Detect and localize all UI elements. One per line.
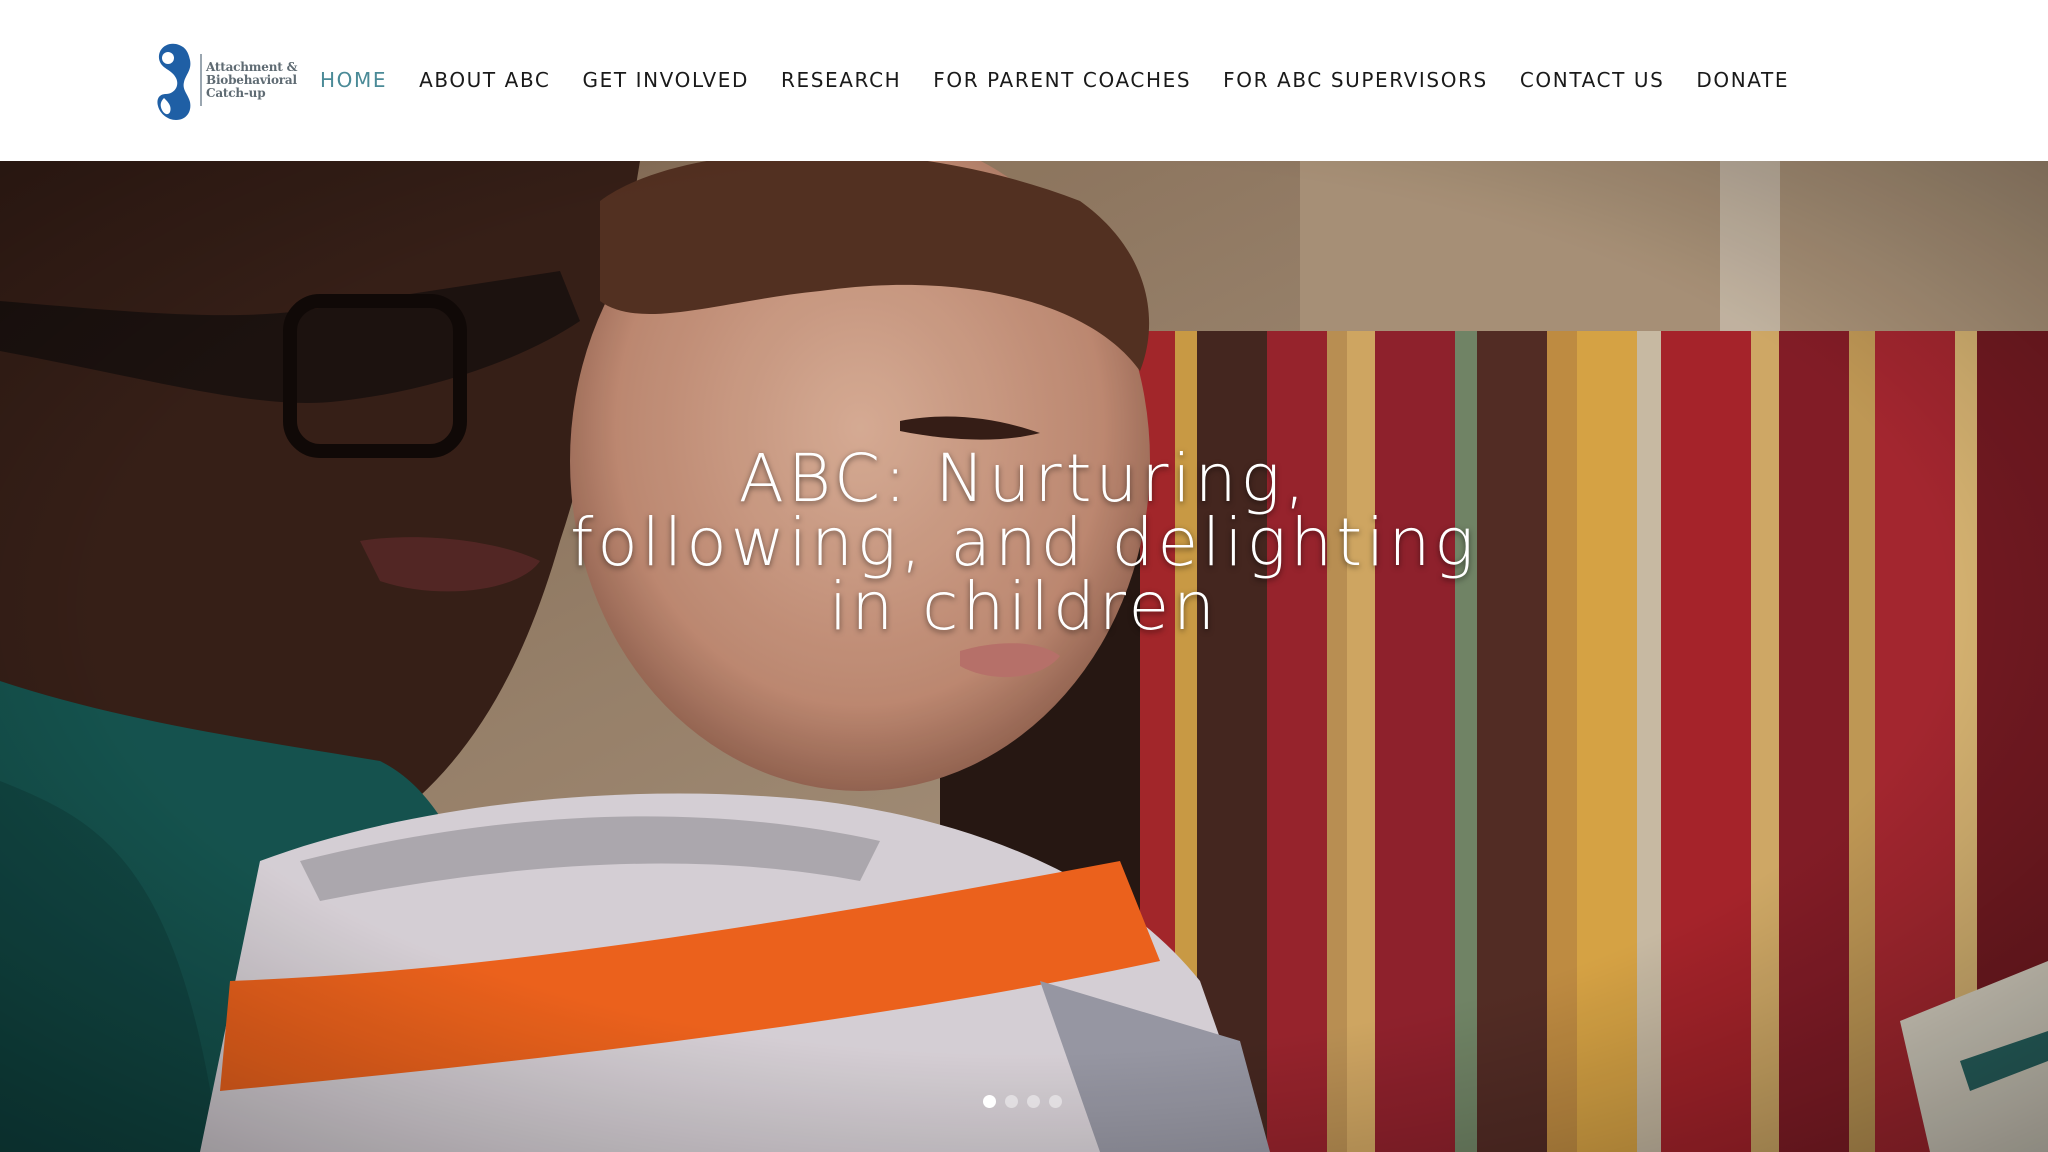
site-header: Attachment & Biobehavioral Catch-up HOME… [0,0,2048,161]
hero-title-line2: following, and delighting [570,504,1478,582]
logo-text-line2: Biobehavioral [206,72,297,87]
logo-text-line1: Attachment & [206,59,298,74]
logo-divider [200,54,202,106]
nav-item-home[interactable]: HOME [320,68,387,92]
slider-dot-2[interactable] [1005,1095,1018,1108]
hero-title-line3: in children [829,568,1219,646]
nav-item-contact-us[interactable]: CONTACT US [1520,68,1665,92]
nav-item-about-abc[interactable]: ABOUT ABC [419,68,550,92]
hero-photo [0,161,2048,1152]
page: Attachment & Biobehavioral Catch-up HOME… [0,0,2048,1152]
logo-text-line3: Catch-up [206,85,266,100]
nav-item-research[interactable]: RESEARCH [781,68,901,92]
slider-dot-1[interactable] [983,1095,996,1108]
hero-title: ABC: Nurturing, following, and delightin… [524,440,1524,646]
slider-pagination [983,1095,1062,1108]
logo-wordmark: Attachment & Biobehavioral Catch-up [206,59,298,100]
nav-item-for-parent-coaches[interactable]: FOR PARENT COACHES [933,68,1191,92]
slider-dot-4[interactable] [1049,1095,1062,1108]
nav-item-get-involved[interactable]: GET INVOLVED [583,68,750,92]
abc-logo-icon [157,43,191,120]
main-nav: HOME ABOUT ABC GET INVOLVED RESEARCH FOR… [320,62,1821,98]
hero-title-line1: ABC: Nurturing, [738,440,1310,518]
hero-slider: ABC: Nurturing, following, and delightin… [0,161,2048,1152]
site-logo[interactable]: Attachment & Biobehavioral Catch-up [146,36,302,124]
nav-item-donate[interactable]: DONATE [1696,68,1789,92]
nav-item-for-abc-supervisors[interactable]: FOR ABC SUPERVISORS [1223,68,1488,92]
slider-dot-3[interactable] [1027,1095,1040,1108]
